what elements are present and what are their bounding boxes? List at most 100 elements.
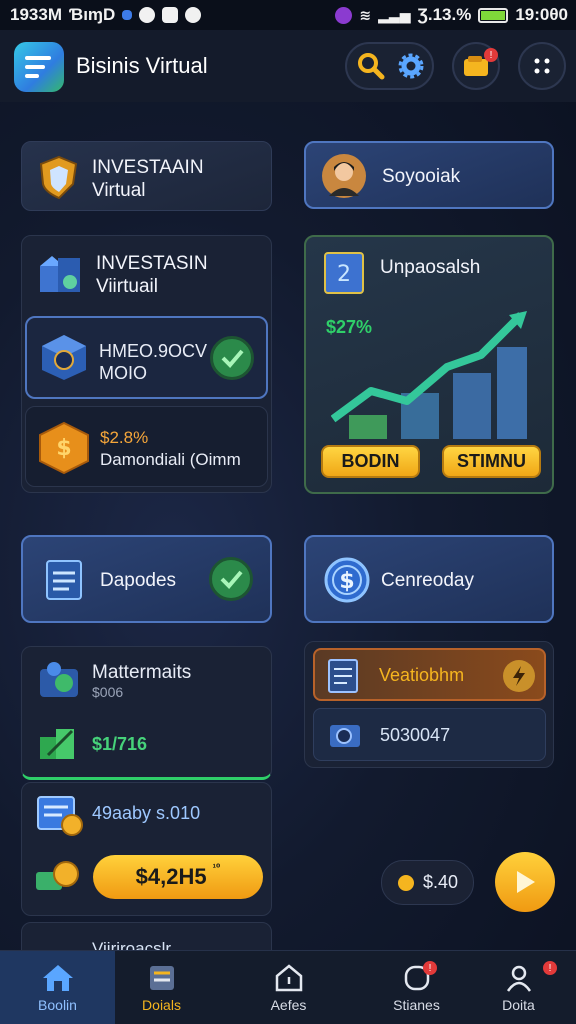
deposits-card[interactable]: Dapodes [21, 535, 272, 623]
nav-deals[interactable]: Doials [104, 951, 219, 1024]
chart-card[interactable]: 2 Unpaosalsh $27% BODIN STIMNU [304, 235, 554, 494]
message-icon [185, 7, 202, 23]
stats-text: 49aaby s.010 [92, 803, 201, 823]
hmeo-title: HMEO.9OCV [99, 341, 208, 361]
wallet-badge: ! [484, 48, 498, 62]
menu-button[interactable] [518, 42, 566, 90]
play-icon [162, 7, 179, 23]
coin-shield-icon: $ [39, 421, 89, 475]
invest-virtual-card[interactable]: INVESTAAIN Virtual [21, 141, 272, 211]
currency-label: Cenreoday [381, 570, 474, 591]
vendor-item[interactable]: Veatiobhm [313, 648, 546, 701]
nav-label: Doita [502, 997, 535, 1013]
lightning-icon [503, 660, 535, 692]
chart-bar-3 [453, 373, 491, 439]
diamond-item[interactable]: $ $2.8% Damondiali (Oimm [25, 406, 268, 487]
svg-text:$: $ [339, 569, 354, 594]
wallet-coin-icon [36, 861, 79, 890]
svg-text:2: 2 [337, 262, 351, 287]
house-outline-icon [275, 964, 302, 992]
gear-icon[interactable] [398, 53, 424, 79]
stories-badge: ! [423, 961, 437, 975]
battery-percent: Ʒ.13.% [417, 5, 472, 24]
amount-button-label: $4,2H5 [135, 864, 207, 889]
materials-amount: $1/716 [92, 734, 148, 754]
search-icon[interactable] [357, 52, 385, 80]
nav-label: Doials [142, 997, 181, 1013]
home-icon [42, 965, 73, 991]
profile-card[interactable]: Soyooiak [304, 141, 554, 209]
play-button[interactable] [495, 852, 555, 912]
status-clock: 19:0θ0 [515, 5, 568, 24]
balance-pill[interactable]: $.40 [381, 860, 474, 905]
cube-icon [42, 335, 86, 380]
materials-sub: $006 [92, 684, 124, 700]
growth-chart [331, 311, 527, 439]
wallet-coins-icon [40, 662, 78, 697]
vendor-label: Veatiobhm [379, 665, 465, 685]
code-item[interactable]: 5030047 [313, 708, 546, 761]
search-settings-pill [345, 42, 434, 90]
deposits-check-icon [209, 557, 253, 601]
money-growth-icon [40, 729, 74, 759]
status-app-icon [335, 6, 353, 24]
deposits-label: Dapodes [100, 570, 177, 591]
profile-name: Soyooiak [382, 166, 461, 187]
wifi-icon: ≋ [359, 6, 372, 23]
status-bar: 1933M ƁıɱD ≋ ▂▃▅ Ʒ.13.% 19:0θ0 [0, 0, 576, 30]
amount-button[interactable]: $4,2H5 ¹⁰ [93, 855, 263, 899]
status-carrier: ƁıɱD [68, 5, 116, 24]
svg-text:$: $ [56, 436, 71, 461]
document-stack-icon [46, 560, 82, 600]
dollar-coin-icon: $ [324, 557, 370, 603]
hmeo-check-icon [210, 336, 254, 380]
chart-right-button[interactable]: STIMNU [442, 445, 541, 478]
currency-card[interactable]: $ Cenreoday [304, 535, 554, 623]
bluetooth-icon [122, 10, 133, 20]
gold-coin-icon [397, 874, 414, 891]
receipt-icon [149, 966, 174, 990]
code-label: 5030047 [380, 725, 451, 745]
diamond-label: Damondiali (Oimm [100, 450, 241, 469]
avatar [322, 154, 366, 198]
money-roll-icon [330, 725, 360, 747]
building-chart-icon [40, 256, 80, 292]
chart-bar-1 [349, 415, 387, 439]
shield-icon [39, 155, 78, 200]
app-title: Bisinis Virtual [76, 53, 208, 78]
invest-card-subtitle: Virtual [92, 180, 146, 201]
nav-stories[interactable]: Stianes ! [359, 951, 474, 1024]
amount-button-sup: ¹⁰ [212, 863, 221, 874]
signal-icon: ▂▃▅ [378, 6, 411, 23]
stats-card: 49aaby s.010 $4,2H5 ¹⁰ [21, 782, 272, 916]
wallet-button[interactable]: ! [452, 42, 500, 90]
play-icon [517, 871, 535, 893]
nav-offers[interactable]: Aefes [231, 951, 346, 1024]
app-notification-icon [139, 7, 156, 23]
profile-badge: ! [543, 961, 557, 975]
chart-bar-4 [497, 347, 527, 439]
materials-card[interactable]: Mattermaits $006 $1/716 [21, 646, 272, 780]
nav-home[interactable]: Boolin [0, 951, 115, 1024]
status-time-left: 1933M [10, 5, 62, 24]
invoice-icon [328, 659, 358, 693]
nav-label: Boolin [38, 997, 77, 1013]
chart-card-title: Unpaosalsh [380, 257, 481, 278]
invest-panel-subtitle: Viirtuail [96, 276, 158, 297]
balance-label: $.40 [422, 872, 459, 892]
materials-title: Mattermaits [92, 662, 192, 683]
bottom-nav: Boolin Doials Aefes Stianes ! Doita ! [0, 950, 576, 1024]
grid-menu-icon [534, 58, 550, 74]
battery-icon [478, 7, 509, 23]
chart-left-button[interactable]: BODIN [321, 445, 420, 478]
nav-label: Aefes [270, 997, 307, 1013]
document-chart-icon: 2 [324, 252, 364, 294]
hmeo-subtitle: MOIO [99, 363, 147, 383]
app-logo-icon[interactable] [14, 42, 64, 92]
invest-panel-title: INVESTASIN [96, 253, 208, 274]
document-coin-icon [37, 796, 83, 836]
nav-label: Stianes [393, 997, 440, 1013]
hmeo-item[interactable]: HMEO.9OCV MOIO [25, 316, 268, 399]
invest-card-title: INVESTAAIN [92, 157, 204, 178]
nav-profile[interactable]: Doita ! [461, 951, 576, 1024]
